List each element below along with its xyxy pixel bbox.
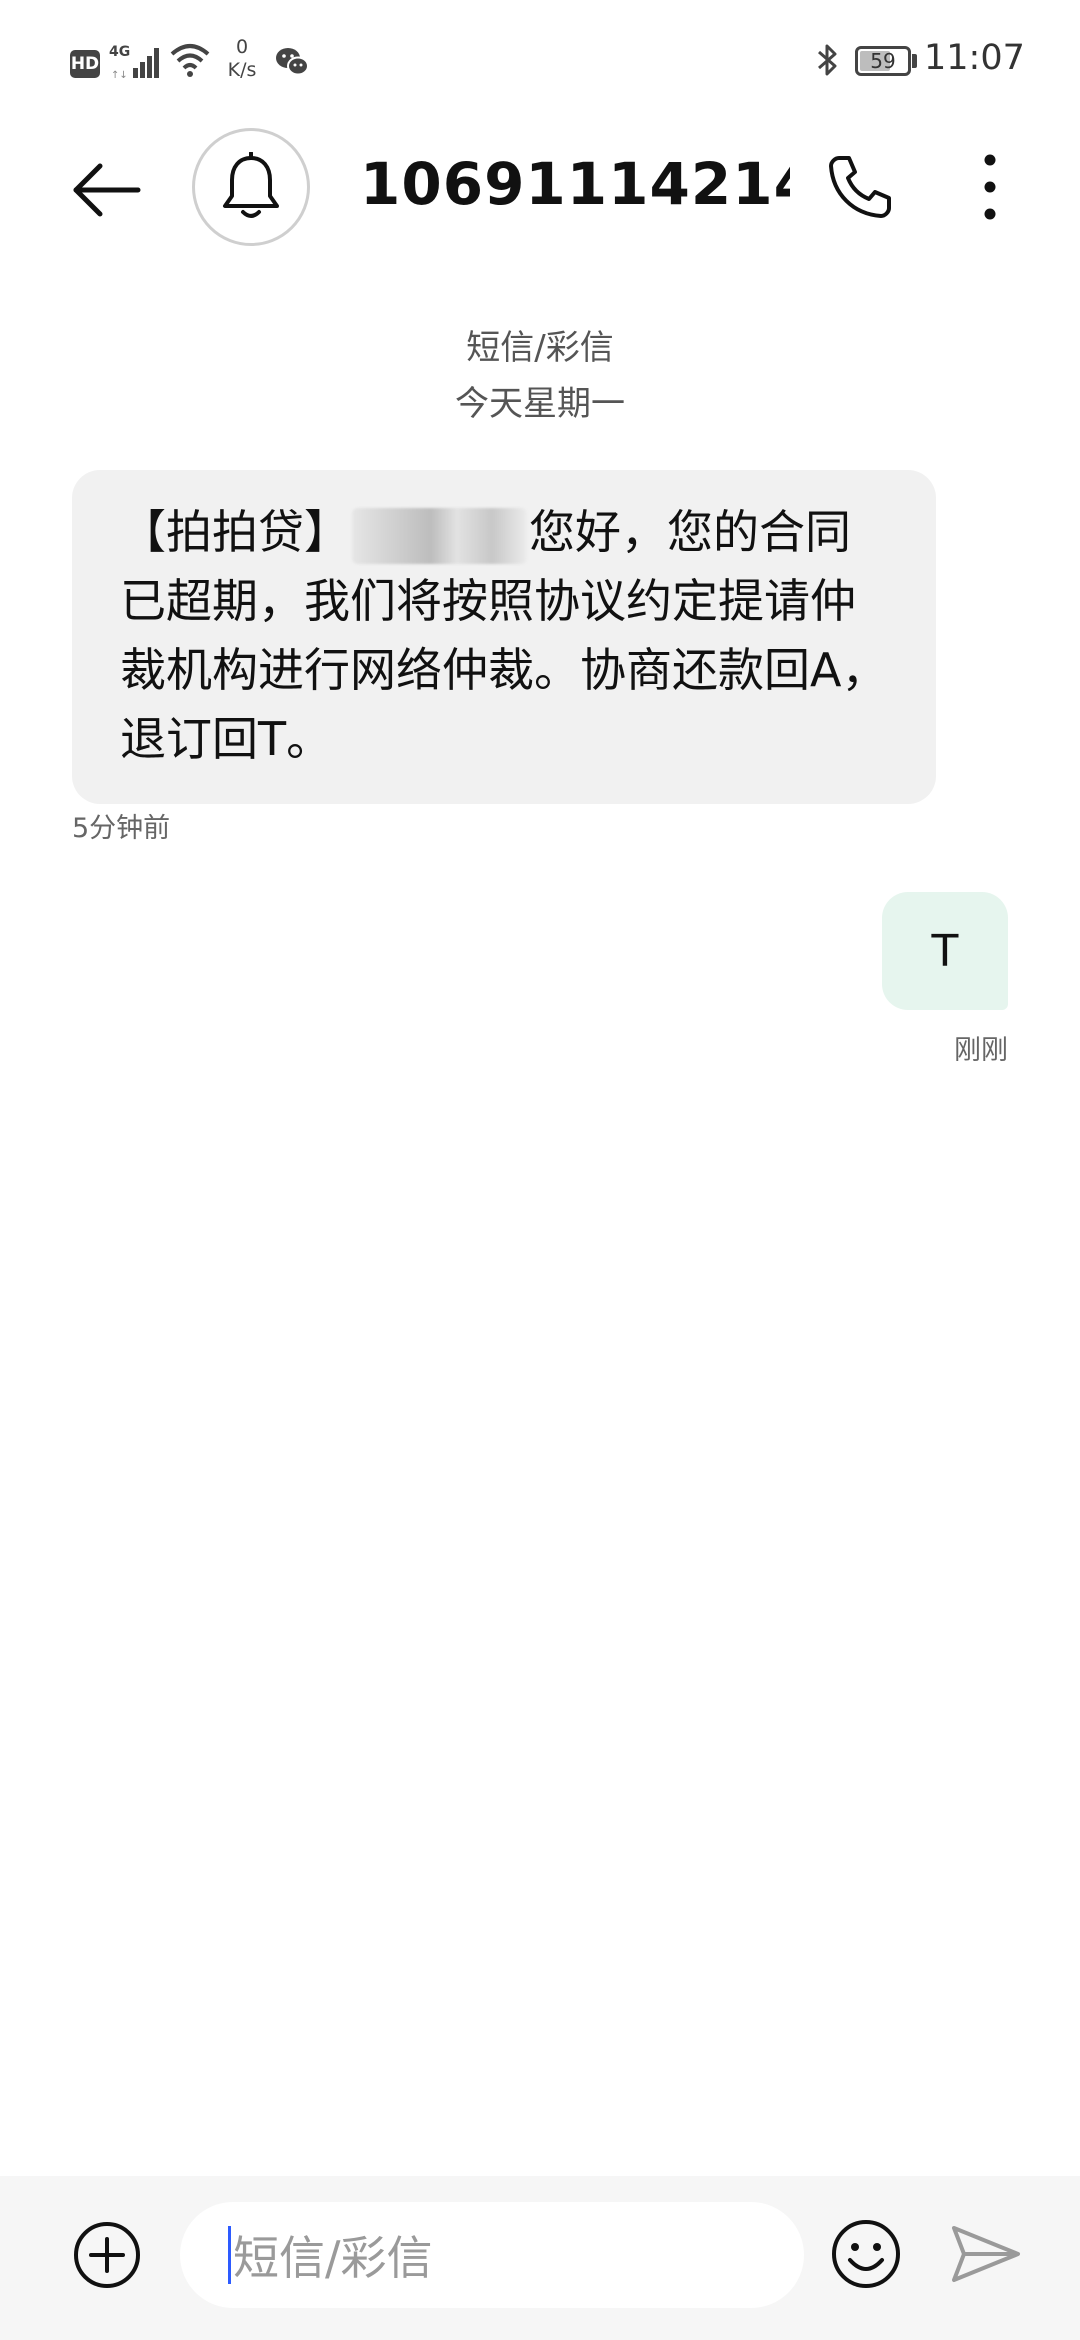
redacted-name: [352, 507, 527, 564]
network-speed-unit: K/s: [227, 59, 257, 81]
message-input-placeholder: 短信/彩信: [233, 2231, 433, 2285]
incoming-message-bubble[interactable]: 【拍拍贷】 您好，您的合同已超期，我们将按照协议约定提请仲裁机构进行网络仲裁。协商…: [72, 470, 936, 804]
date-separator: 今天星期一: [455, 384, 625, 424]
bell-icon: [223, 152, 279, 218]
battery-level: 59: [870, 49, 896, 73]
more-options-button[interactable]: [960, 150, 1020, 224]
compose-bar: 短信/彩信: [0, 2176, 1080, 2340]
send-button[interactable]: [950, 2222, 1022, 2286]
message-input[interactable]: 短信/彩信: [180, 2202, 804, 2308]
clock: 11:07: [924, 38, 1025, 78]
outgoing-message-text: T: [931, 925, 959, 977]
cellular-signal-icon: 4G ↑↓: [109, 44, 164, 81]
call-button[interactable]: [825, 152, 895, 222]
conversation-title: 10691114214...: [360, 150, 790, 218]
plus-circle-icon: [74, 2222, 140, 2288]
back-arrow-icon: [73, 163, 141, 217]
emoji-icon: [832, 2220, 900, 2288]
incoming-message-time: 5分钟前: [72, 813, 171, 844]
back-button[interactable]: [66, 150, 146, 230]
message-text-prefix: 【拍拍贷】: [120, 505, 350, 559]
network-type-label: 4G: [109, 44, 131, 60]
phone-icon: [829, 156, 891, 218]
network-speed-value: 0: [235, 36, 249, 58]
text-cursor: [228, 2226, 231, 2284]
battery-tip: [912, 54, 917, 68]
status-bar: HD 4G ↑↓ 0 K/s 59 11:07: [0, 0, 1080, 120]
more-vertical-icon: [984, 154, 996, 220]
conversation-header: 10691114214...: [0, 120, 1080, 260]
wifi-icon: [170, 42, 210, 78]
wechat-icon: [274, 46, 310, 78]
attach-button[interactable]: [72, 2220, 142, 2290]
send-icon: [952, 2226, 1020, 2282]
contact-avatar[interactable]: [192, 128, 310, 246]
emoji-button[interactable]: [830, 2218, 902, 2290]
bluetooth-icon: [815, 40, 841, 80]
outgoing-message-bubble[interactable]: T: [882, 892, 1008, 1010]
hd-icon: HD: [70, 50, 100, 78]
battery-icon: 59: [855, 46, 911, 76]
svg-text:↑↓: ↑↓: [111, 70, 128, 80]
outgoing-message-time: 刚刚: [954, 1035, 1008, 1066]
incoming-message-text: 【拍拍贷】 您好，您的合同已超期，我们将按照协议约定提请仲裁机构进行网络仲裁。协商…: [120, 498, 896, 774]
conversation-type-label: 短信/彩信: [466, 328, 614, 368]
network-speed: 0 K/s: [222, 36, 262, 82]
